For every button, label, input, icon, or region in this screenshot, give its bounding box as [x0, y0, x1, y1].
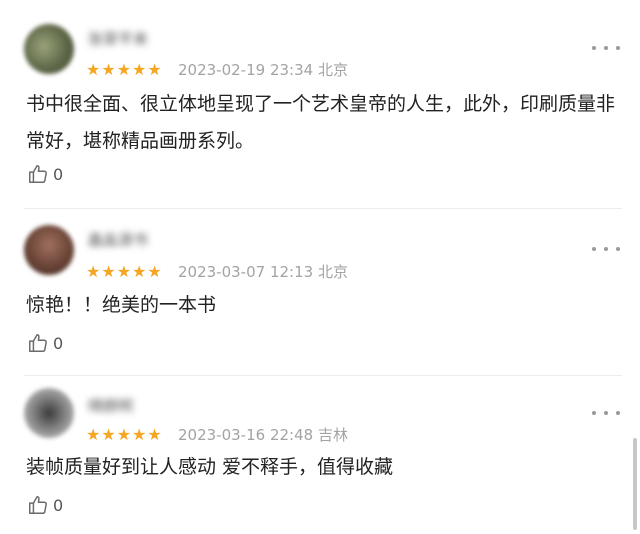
- username[interactable]: 晴朗明: [88, 395, 133, 417]
- review-meta: 2023-02-19 23:34 北京: [178, 61, 348, 79]
- review-text: 装帧质量好到让人感动 爱不释手，值得收藏: [26, 456, 394, 478]
- more-options-icon[interactable]: [592, 43, 620, 53]
- review-meta: 2023-03-16 22:48 吉林: [178, 426, 348, 444]
- like-button[interactable]: 0: [27, 493, 63, 517]
- more-options-icon[interactable]: [592, 408, 620, 418]
- review-meta: 2023-03-07 12:13 北京: [178, 263, 348, 281]
- divider: [24, 375, 622, 376]
- thumbs-up-icon: [27, 332, 49, 354]
- review-text: 惊艳！！绝美的一本书: [26, 294, 217, 316]
- like-button[interactable]: 0: [27, 162, 63, 186]
- like-button[interactable]: 0: [27, 331, 63, 355]
- star-rating: ★★★★★: [86, 425, 163, 444]
- thumbs-up-icon: [27, 494, 49, 516]
- like-count: 0: [53, 495, 64, 515]
- like-count: 0: [53, 164, 64, 184]
- review-datetime: 2023-02-19 23:34: [178, 61, 314, 79]
- star-rating: ★★★★★: [86, 262, 163, 281]
- review-location: 北京: [317, 61, 348, 79]
- review-datetime: 2023-03-16 22:48: [178, 426, 314, 444]
- avatar[interactable]: [24, 24, 74, 74]
- review-location: 吉林: [317, 426, 348, 444]
- avatar[interactable]: [24, 225, 74, 275]
- like-count: 0: [53, 333, 64, 353]
- divider: [24, 208, 622, 209]
- review-feed: 张翠平来 ★★★★★ 2023-02-19 23:34 北京 书中很全面、很立体…: [0, 0, 640, 534]
- review-text: 书中很全面、很立体地呈现了一个艺术皇帝的人生，此外，印刷质量非常好，堪称精品画册…: [26, 93, 616, 152]
- review-datetime: 2023-03-07 12:13: [178, 263, 314, 281]
- username[interactable]: 张翠平来: [88, 28, 148, 50]
- star-rating: ★★★★★: [86, 60, 163, 79]
- more-options-icon[interactable]: [592, 244, 620, 254]
- thumbs-up-icon: [27, 163, 49, 185]
- username[interactable]: 鑫淼源书: [88, 229, 148, 251]
- avatar[interactable]: [24, 388, 74, 438]
- scrollbar[interactable]: [633, 438, 637, 530]
- review-location: 北京: [317, 263, 348, 281]
